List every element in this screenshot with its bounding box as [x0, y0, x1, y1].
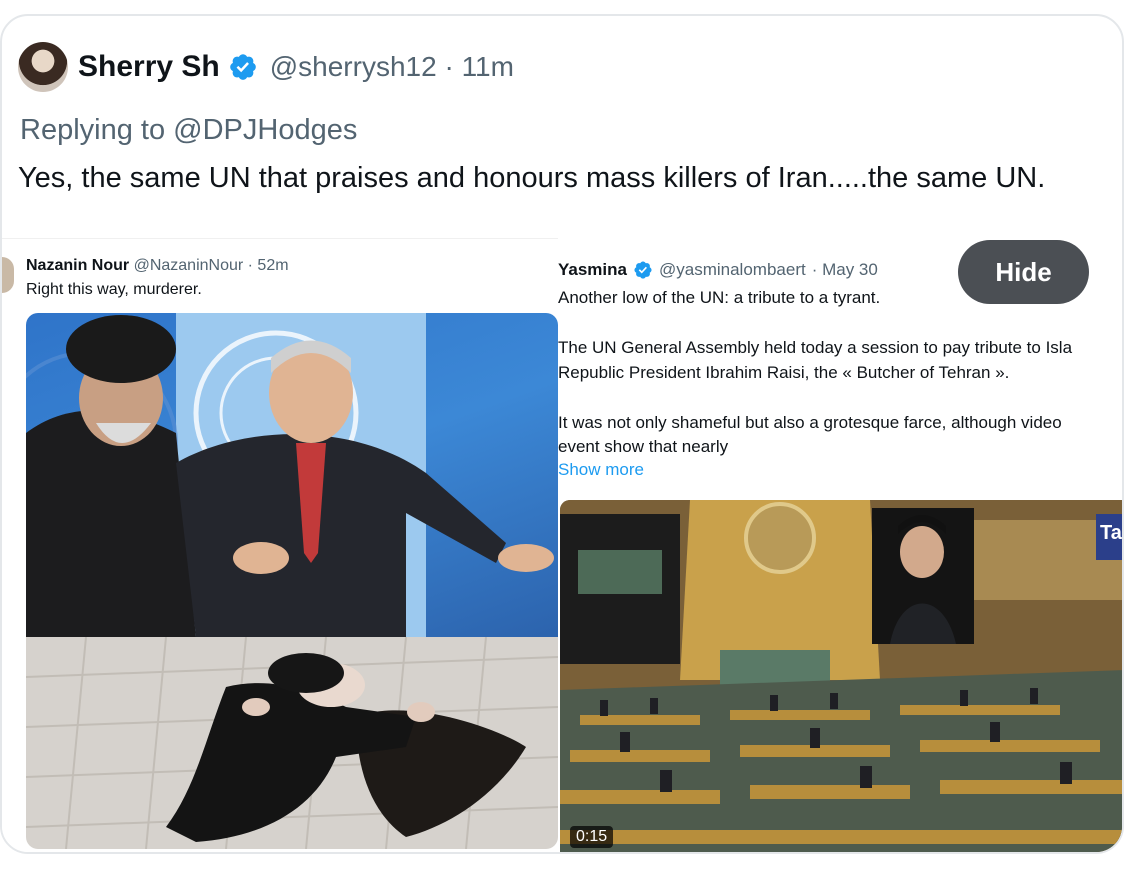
- tweet-media[interactable]: Nazanin Nour @NazaninNour · 52m Right th…: [2, 238, 1122, 852]
- timestamp[interactable]: 11m: [462, 51, 514, 82]
- left-embed-name: Nazanin Nour: [26, 257, 130, 274]
- embedded-avatar: [2, 257, 14, 293]
- tweet-card[interactable]: Sherry Sh @sherrysh12 · 11m Replying to …: [0, 14, 1124, 854]
- replying-mention[interactable]: @DPJHodges: [173, 114, 357, 146]
- right-embed-name: Yasmina: [558, 260, 627, 279]
- tweet-header: Sherry Sh @sherrysh12 · 11m: [18, 42, 514, 92]
- left-embed-text: Right this way, murderer.: [26, 281, 202, 298]
- right-embedded-screenshot[interactable]: Yasmina @yasminalombaert · May 30 Anothe…: [558, 238, 1122, 852]
- photo-handshake-illustration: [26, 313, 554, 637]
- separator: ·: [444, 51, 454, 82]
- video-duration: 0:15: [570, 826, 614, 848]
- hide-button[interactable]: Hide: [958, 240, 1089, 304]
- left-embed-handle: @NazaninNour: [133, 257, 244, 274]
- right-embed-line: The UN General Assembly held today a ses…: [558, 338, 1073, 357]
- right-embed-line: It was not only shameful but also a grot…: [558, 413, 1062, 432]
- right-embed-line: Republic President Ibrahim Raisi, the « …: [558, 363, 1010, 382]
- verified-badge-icon: [634, 261, 652, 279]
- right-embed-line: Another low of the UN: a tribute to a ty…: [558, 288, 881, 307]
- video-player[interactable]: Ta 0:15: [560, 500, 1122, 852]
- video-frame-illustration: [560, 500, 1122, 852]
- right-embed-line: event show that nearly: [558, 437, 729, 456]
- left-embed-meta: Nazanin Nour @NazaninNour · 52m: [26, 257, 289, 275]
- display-name[interactable]: Sherry Sh: [78, 50, 220, 84]
- left-embedded-screenshot[interactable]: Nazanin Nour @NazaninNour · 52m Right th…: [2, 238, 558, 852]
- avatar[interactable]: [18, 42, 68, 92]
- photo-victim-illustration: [26, 637, 558, 849]
- tweet-text: Yes, the same UN that praises and honour…: [18, 162, 1046, 194]
- left-embed-time: · 52m: [247, 257, 289, 274]
- handle-and-time[interactable]: @sherrysh12 · 11m: [270, 51, 514, 83]
- replying-prefix: Replying to: [20, 114, 166, 146]
- replying-to: Replying to @DPJHodges: [20, 114, 357, 147]
- right-embed-meta: Yasmina @yasminalombaert · May 30: [558, 260, 878, 280]
- handle[interactable]: @sherrysh12: [270, 51, 437, 82]
- photo-victim: [26, 637, 558, 849]
- right-embed-time: · May 30: [811, 260, 878, 279]
- action-bar: [2, 848, 1122, 852]
- show-more-link[interactable]: Show more: [558, 460, 644, 480]
- photo-handshake: [26, 313, 558, 637]
- video-corner-label: Ta: [1096, 514, 1122, 560]
- right-embed-handle: @yasminalombaert: [659, 260, 806, 279]
- verified-badge-icon: [229, 54, 256, 80]
